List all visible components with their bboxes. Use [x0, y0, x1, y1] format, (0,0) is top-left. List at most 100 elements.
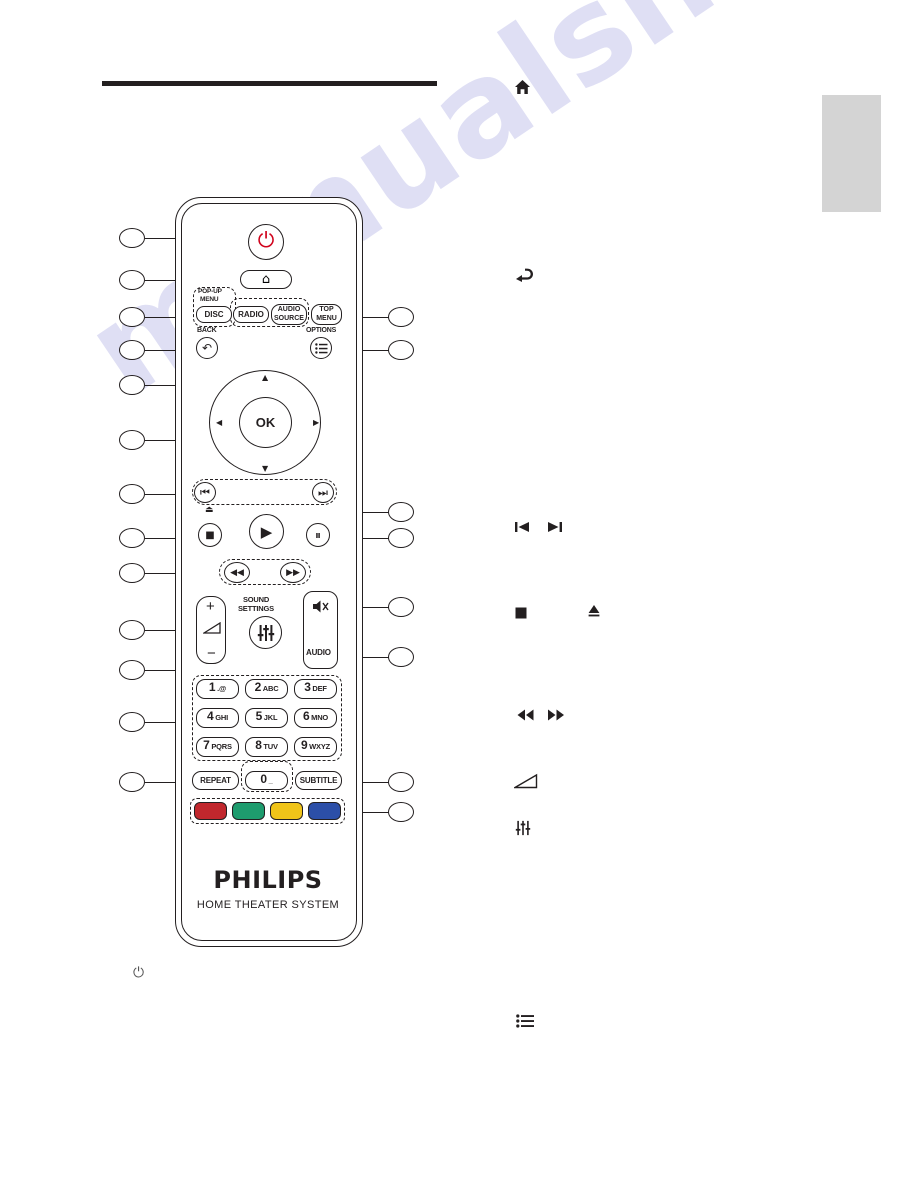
callout-marker-9[interactable] — [119, 563, 145, 583]
key-3-number: 3 — [304, 680, 311, 694]
stop-button[interactable]: ■ — [198, 523, 222, 547]
key-1[interactable]: 1 .@ — [196, 679, 239, 699]
ok-button[interactable]: OK — [239, 397, 292, 448]
fast-forward-button[interactable]: ▶▶ — [280, 562, 306, 583]
callout-marker-r8[interactable] — [388, 802, 414, 822]
play-icon: ▶ — [260, 522, 273, 541]
home-button[interactable]: ⌂ — [240, 270, 292, 289]
callout-marker-6[interactable] — [119, 430, 145, 450]
back-button[interactable]: ↶ — [196, 337, 218, 359]
top-menu-button[interactable]: TOP MENU — [311, 304, 342, 325]
stop-icon: ■ — [205, 529, 215, 541]
options-button[interactable] — [310, 337, 332, 359]
key-0-alpha: _ — [268, 776, 273, 785]
rewind-forward-icon-legend — [514, 708, 570, 725]
key-3-alpha: DEF — [312, 684, 327, 693]
subtitle-button[interactable]: SUBTITLE — [295, 771, 342, 790]
home-icon-legend — [514, 78, 531, 98]
back-label: BACK — [197, 327, 217, 334]
key-4-alpha: GHI — [215, 713, 228, 722]
key-2[interactable]: 2 ABC — [245, 679, 288, 699]
repeat-button[interactable]: REPEAT — [192, 771, 239, 790]
power-icon-legend: ⏻ — [133, 965, 145, 981]
key-7-alpha: PQRS — [211, 742, 232, 751]
key-5-alpha: JKL — [263, 713, 278, 722]
callout-marker-r1[interactable] — [388, 307, 414, 327]
next-button[interactable]: ⏭ — [312, 482, 334, 503]
pop-up-menu-label-line2: MENU — [200, 296, 219, 303]
key-9-number: 9 — [300, 738, 308, 752]
ok-label: OK — [255, 415, 276, 430]
key-8-number: 8 — [255, 738, 262, 752]
key-5[interactable]: 5 JKL — [245, 708, 288, 728]
callout-marker-5[interactable] — [119, 375, 145, 395]
pause-button[interactable]: ⏸ — [306, 523, 330, 547]
rewind-icon: ◀◀ — [230, 567, 244, 578]
callout-marker-8[interactable] — [119, 528, 145, 548]
sound-settings-label-line2: SETTINGS — [238, 604, 274, 613]
callout-marker-13[interactable] — [119, 772, 145, 792]
home-icon: ⌂ — [261, 272, 271, 287]
color-button-green[interactable] — [232, 802, 265, 820]
callout-marker-7[interactable] — [119, 484, 145, 504]
nav-up-icon[interactable]: ▲ — [262, 374, 268, 382]
key-5-number: 5 — [255, 709, 263, 723]
color-button-blue[interactable] — [308, 802, 341, 820]
callout-marker-r5[interactable] — [388, 597, 414, 617]
audio-source-label-line2: SOURCE — [274, 314, 304, 322]
eject-icon-legend — [588, 604, 600, 621]
options-icon-legend — [516, 1014, 535, 1031]
audio-label[interactable]: AUDIO — [306, 648, 331, 657]
key-6-alpha: MNO — [311, 713, 329, 722]
key-0[interactable]: 0 _ — [245, 771, 288, 790]
top-menu-label-line1: TOP — [319, 306, 334, 313]
disc-button[interactable]: DISC — [196, 306, 232, 323]
pause-icon: ⏸ — [314, 527, 321, 542]
key-7-number: 7 — [203, 738, 210, 752]
callout-marker-r6[interactable] — [388, 647, 414, 667]
power-icon: ⏻ — [257, 228, 275, 252]
callout-marker-11[interactable] — [119, 660, 145, 680]
callout-marker-12[interactable] — [119, 712, 145, 732]
nav-right-icon[interactable]: ▶ — [313, 419, 319, 427]
key-4[interactable]: 4 GHI — [196, 708, 239, 728]
nav-down-icon[interactable]: ▼ — [262, 465, 268, 473]
volume-down-label[interactable]: − — [207, 645, 216, 662]
product-line-label: HOME THEATER SYSTEM — [196, 899, 340, 911]
key-7[interactable]: 7 PQRS — [196, 737, 239, 757]
callout-marker-r7[interactable] — [388, 772, 414, 792]
sound-settings-icon-legend — [515, 820, 531, 839]
key-3[interactable]: 3 DEF — [294, 679, 337, 699]
volume-up-label[interactable]: + — [206, 598, 215, 615]
prev-next-icon-legend — [514, 519, 570, 539]
key-8[interactable]: 8 TUV — [245, 737, 288, 757]
color-button-red[interactable] — [194, 802, 227, 820]
radio-button[interactable]: RADIO — [233, 306, 269, 323]
key-9[interactable]: 9 WXYZ — [294, 737, 337, 757]
color-button-yellow[interactable] — [270, 802, 303, 820]
callout-marker-3[interactable] — [119, 307, 145, 327]
callout-marker-r4[interactable] — [388, 528, 414, 548]
callout-marker-r3[interactable] — [388, 502, 414, 522]
key-0-number: 0 — [260, 772, 268, 786]
callout-marker-1[interactable] — [119, 228, 145, 248]
play-button[interactable]: ▶ — [249, 514, 284, 549]
back-icon-legend — [514, 266, 534, 287]
eject-icon: ⏏ — [205, 504, 214, 514]
mute-icon[interactable] — [312, 599, 329, 614]
callout-marker-2[interactable] — [119, 270, 145, 290]
rewind-button[interactable]: ◀◀ — [224, 562, 250, 583]
key-8-alpha: TUV — [263, 742, 278, 751]
volume-icon — [203, 622, 221, 634]
top-menu-label-line2: MENU — [316, 314, 337, 322]
previous-button[interactable]: ⏮ — [194, 482, 216, 503]
callout-marker-r2[interactable] — [388, 340, 414, 360]
sliders-icon — [257, 624, 274, 641]
callout-marker-10[interactable] — [119, 620, 145, 640]
audio-source-button[interactable]: AUDIO SOURCE — [271, 304, 307, 325]
callout-marker-4[interactable] — [119, 340, 145, 360]
key-6[interactable]: 6 MNO — [294, 708, 337, 728]
header-rule — [102, 81, 437, 86]
nav-left-icon[interactable]: ◀ — [216, 419, 222, 427]
sound-settings-button[interactable] — [249, 616, 282, 649]
